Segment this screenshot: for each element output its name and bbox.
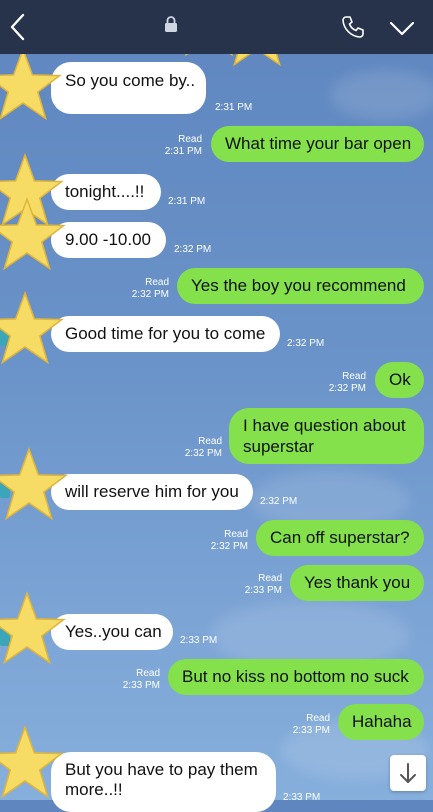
message-time: 2:32 PM	[287, 338, 325, 349]
incoming-message[interactable]: Good time for you to come	[51, 316, 280, 352]
avatar-star-icon	[0, 590, 66, 665]
outgoing-message[interactable]: Hahaha	[338, 704, 424, 740]
message-time: 2:32 PM	[174, 244, 212, 255]
read-receipt: Read 2:32 PM	[328, 371, 366, 394]
read-receipt: Read 2:31 PM	[164, 134, 202, 157]
incoming-message[interactable]: tonight....!!	[51, 174, 161, 210]
chat-header-bar	[0, 0, 433, 54]
background-cloud	[330, 70, 433, 120]
read-receipt: Read 2:33 PM	[244, 573, 282, 596]
read-receipt: Read 2:33 PM	[292, 713, 330, 736]
avatar-star-icon	[0, 196, 66, 271]
avatar-star-icon	[0, 446, 68, 521]
outgoing-message[interactable]: Can off superstar?	[256, 520, 424, 556]
avatar-star-icon	[0, 290, 64, 365]
read-receipt: Read 2:32 PM	[131, 277, 169, 300]
arrow-down-icon	[400, 763, 416, 783]
lock-icon	[165, 16, 177, 32]
incoming-message[interactable]: will reserve him for you	[51, 474, 253, 510]
incoming-message[interactable]: But you have to pay them more..!!	[51, 752, 276, 812]
outgoing-message[interactable]: Yes thank you	[290, 565, 424, 601]
read-receipt: Read 2:32 PM	[184, 436, 222, 459]
scroll-to-bottom-button[interactable]	[390, 755, 426, 791]
outgoing-message[interactable]: But no kiss no bottom no suck	[168, 659, 424, 695]
message-time: 2:32 PM	[260, 496, 298, 507]
incoming-message[interactable]: Yes..you can	[51, 614, 173, 650]
message-time: 2:33 PM	[283, 792, 321, 803]
incoming-message[interactable]: So you come by..	[51, 62, 206, 114]
avatar-star-icon	[0, 46, 62, 121]
phone-icon[interactable]	[340, 14, 366, 40]
outgoing-message[interactable]: I have question about superstar	[229, 408, 424, 464]
chevron-down-icon[interactable]	[388, 18, 416, 38]
message-time: 2:33 PM	[180, 635, 218, 646]
message-time: 2:31 PM	[215, 102, 253, 113]
incoming-message[interactable]: 9.00 -10.00	[51, 222, 166, 258]
read-receipt: Read 2:32 PM	[210, 529, 248, 552]
outgoing-message[interactable]: What time your bar open	[211, 126, 424, 162]
read-receipt: Read 2:33 PM	[122, 668, 160, 691]
outgoing-message[interactable]: Ok	[375, 362, 424, 398]
message-time: 2:31 PM	[168, 196, 206, 207]
chevron-left-icon[interactable]	[6, 12, 30, 42]
avatar-star-icon	[0, 724, 64, 799]
outgoing-message[interactable]: Yes the boy you recommend	[177, 268, 424, 304]
